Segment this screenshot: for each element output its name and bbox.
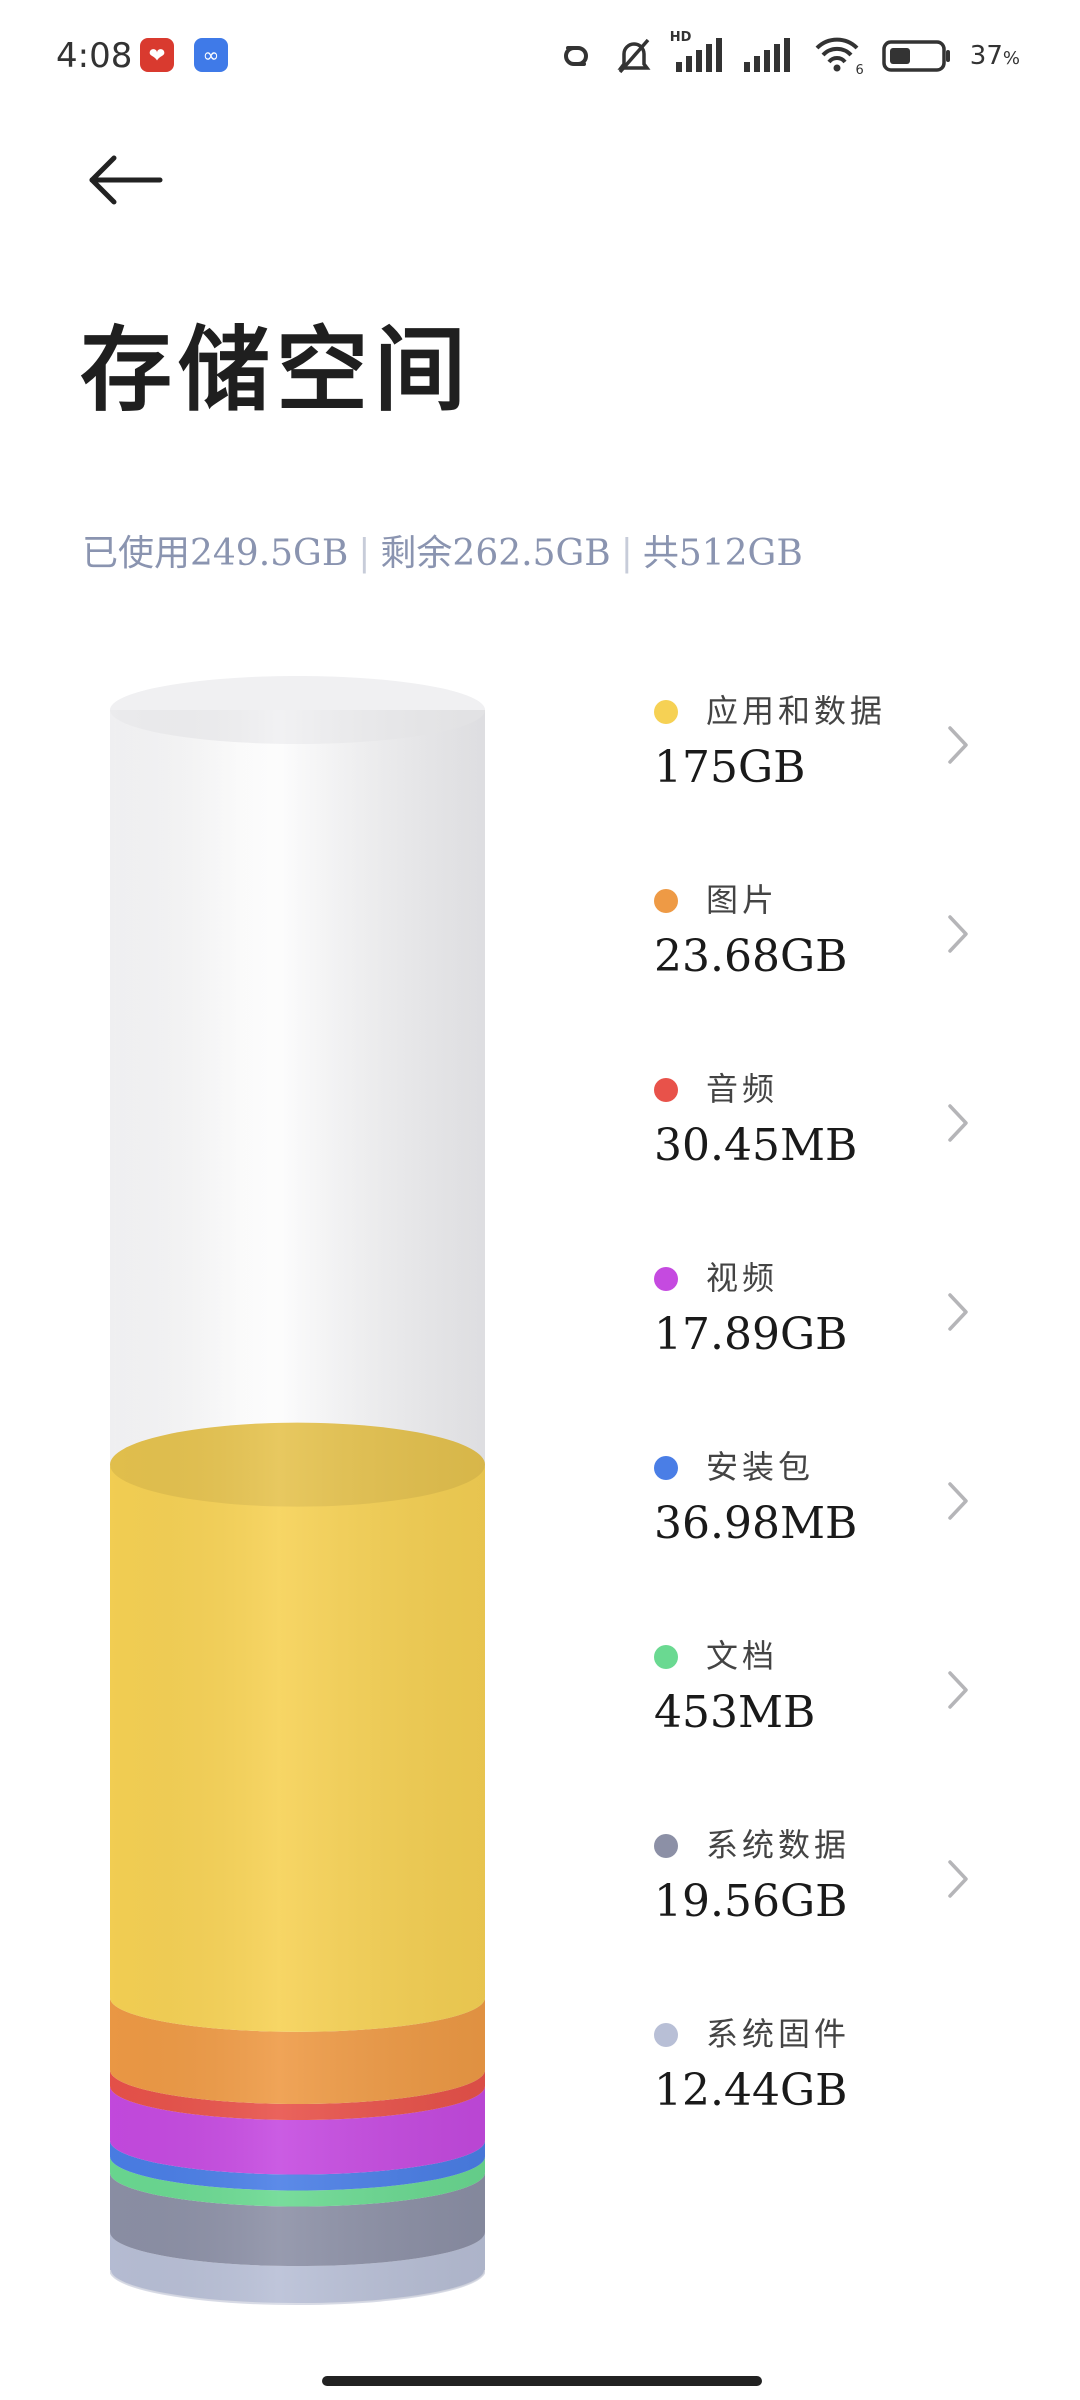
category-color-dot [654,2023,678,2047]
category-size: 17.89GB [654,1309,848,1360]
category-label: 文档 [706,1637,779,1675]
storage-category-item: 系统固件 12.44GB [650,2003,990,2153]
chevron-right-icon [948,1482,968,1520]
category-size: 453MB [654,1687,816,1738]
category-color-dot [654,1078,678,1102]
category-label: 应用和数据 [706,692,887,730]
category-color-dot [654,700,678,724]
storage-cylinder-chart [110,676,485,2305]
storage-category-item[interactable]: 系统数据 19.56GB [650,1814,990,1964]
category-size: 12.44GB [654,2065,848,2116]
battery-icon [882,40,950,72]
storage-category-item[interactable]: 应用和数据 175GB [650,680,990,830]
storage-category-item[interactable]: 视频 17.89GB [650,1247,990,1397]
battery-percent-unit: % [1002,48,1020,69]
storage-summary: 已使用249.5GB | 剩余262.5GB | 共512GB [82,524,803,576]
storage-category-item[interactable]: 音频 30.45MB [650,1058,990,1208]
storage-total: 共512GB [642,533,803,574]
category-label: 音频 [706,1070,779,1108]
back-button[interactable] [80,150,170,210]
battery-percent: 37% [970,41,1020,71]
status-time: 4:08 [56,36,133,76]
back-arrow-icon [89,155,163,205]
category-color-dot [654,1834,678,1858]
bell-muted-icon [617,38,651,74]
battery-percent-value: 37 [969,41,1003,71]
wifi-badge: 6 [855,63,864,78]
link-app-notification-icon: ∞ [194,38,228,72]
link-icon [563,46,588,66]
category-size: 19.56GB [654,1876,848,1927]
category-label: 图片 [706,881,779,919]
category-color-dot [654,889,678,913]
category-size: 36.98MB [654,1498,858,1549]
category-label: 视频 [706,1259,779,1297]
cylinder-shading [110,710,485,2304]
home-indicator[interactable] [322,2376,762,2386]
chevron-right-icon [948,1860,968,1898]
storage-category-item[interactable]: 安装包 36.98MB [650,1436,990,1586]
category-color-dot [654,1456,678,1480]
summary-separator: | [620,533,633,574]
category-color-dot [654,1645,678,1669]
wifi-icon: 6 [814,36,864,78]
category-size: 175GB [654,742,806,793]
chevron-right-icon [948,1293,968,1331]
signal-icon [743,38,790,72]
storage-remaining: 剩余262.5GB [380,533,611,574]
status-icons: HD 6 37% [554,30,1020,78]
chevron-right-icon [948,915,968,953]
category-label: 系统数据 [706,1826,851,1864]
summary-separator: | [358,533,371,574]
storage-used: 已使用249.5GB [82,533,349,574]
category-label: 系统固件 [706,2015,851,2053]
category-color-dot [654,1267,678,1291]
status-bar: 4:08 ❤ ∞ HD 6 37% [0,0,1080,110]
signal-hd-icon: HD [670,30,724,76]
storage-category-item[interactable]: 图片 23.68GB [650,869,990,1019]
category-label: 安装包 [706,1448,815,1486]
page-title: 存储空间 [80,316,473,424]
chevron-right-icon [948,1104,968,1142]
storage-category-item[interactable]: 文档 453MB [650,1625,990,1775]
category-size: 23.68GB [654,931,848,982]
chevron-right-icon [948,1671,968,1709]
app-notification-icon: ❤ [140,38,174,72]
chevron-right-icon [948,726,968,764]
category-size: 30.45MB [654,1120,858,1171]
